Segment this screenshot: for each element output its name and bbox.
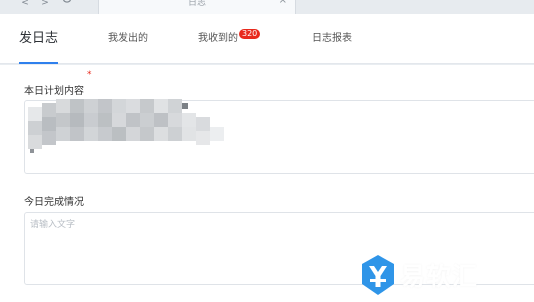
close-icon[interactable]: × — [279, 0, 287, 6]
window-tab-title: 日志 — [187, 0, 206, 8]
tab-received[interactable]: 我收到的 320 — [198, 14, 261, 64]
tab-write-log[interactable]: 发日志 — [19, 14, 59, 64]
watermark-logo-icon — [362, 255, 394, 295]
tab-write-log-label: 发日志 — [19, 31, 59, 46]
tab-strip: 发日志 我发出的 我收到的 320 日志报表 — [0, 14, 534, 64]
watermark-text: 易软汇 — [400, 262, 479, 291]
watermark: 易软汇 — [360, 253, 530, 297]
unread-count-badge: 320 — [239, 29, 261, 39]
tab-report-label: 日志报表 — [312, 33, 352, 44]
back-icon[interactable]: < — [20, 0, 30, 8]
forward-icon[interactable]: > — [40, 0, 50, 8]
completion-label: 今日完成情况 — [24, 197, 84, 208]
plan-label: 本日计划内容 — [24, 86, 84, 97]
tab-sent-label: 我发出的 — [108, 33, 148, 44]
tab-received-label: 我收到的 — [198, 33, 238, 44]
tab-sent[interactable]: 我发出的 — [108, 14, 148, 64]
completion-placeholder: 请输入文字 — [30, 220, 76, 230]
window-titlebar: < > 日志 × — [0, 0, 534, 14]
tab-report[interactable]: 日志报表 — [312, 14, 352, 64]
refresh-icon[interactable] — [62, 0, 72, 8]
required-mark: * — [87, 70, 92, 80]
window-tab[interactable]: 日志 × — [98, 0, 296, 14]
